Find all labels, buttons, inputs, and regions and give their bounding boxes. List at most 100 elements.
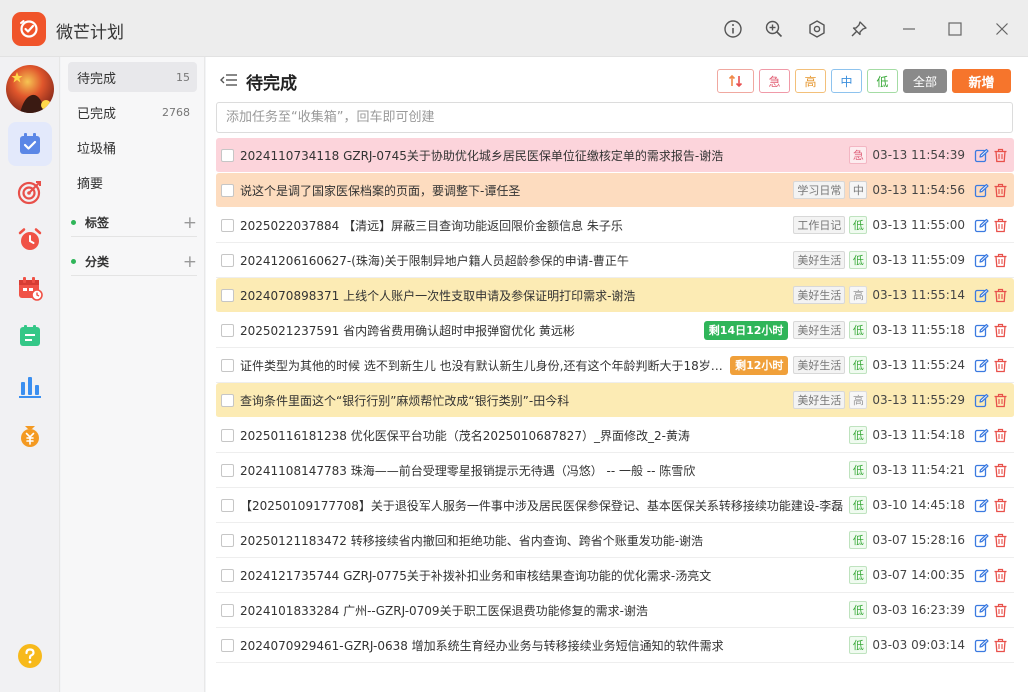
task-checkbox[interactable]	[221, 393, 234, 407]
task-checkbox[interactable]	[221, 183, 234, 197]
task-checkbox[interactable]	[221, 603, 234, 617]
task-text[interactable]: 20250121183472 转移接续省内撤回和拒绝功能、省内查询、跨省个账重发…	[240, 532, 849, 549]
task-row[interactable]: 2024070898371 上线个人账户一次性支取申请及参保证明打印需求-谢浩美…	[216, 278, 1014, 313]
edit-icon[interactable]	[973, 497, 989, 513]
task-row[interactable]: 20250121183472 转移接续省内撤回和拒绝功能、省内查询、跨省个账重发…	[216, 523, 1014, 558]
delete-icon[interactable]	[992, 217, 1008, 233]
delete-icon[interactable]	[992, 427, 1008, 443]
help-icon[interactable]	[8, 634, 52, 678]
task-text[interactable]: 20241206160627-(珠海)关于限制异地户籍人员超龄参保的申请-曹正午	[240, 252, 793, 269]
edit-icon[interactable]	[973, 147, 989, 163]
filter-all-button[interactable]: 全部	[903, 69, 947, 93]
delete-icon[interactable]	[992, 462, 1008, 478]
task-row[interactable]: 2024110734118 GZRJ-0745关于协助优化城乡居民医保单位征缴核…	[216, 138, 1014, 173]
task-row[interactable]: 2024101833284 广州--GZRJ-0709关于职工医保退费功能修复的…	[216, 593, 1014, 628]
delete-icon[interactable]	[992, 497, 1008, 513]
edit-icon[interactable]	[973, 532, 989, 548]
task-text[interactable]: 2025022037884 【清远】屏蔽三目查询功能返回限价金额信息 朱子乐	[240, 217, 793, 234]
task-checkbox[interactable]	[221, 358, 234, 372]
task-checkbox[interactable]	[221, 288, 234, 302]
collapse-menu-icon[interactable]	[220, 72, 238, 88]
task-checkbox[interactable]	[221, 148, 234, 162]
delete-icon[interactable]	[992, 252, 1008, 268]
edit-icon[interactable]	[973, 322, 989, 338]
filter-mid-button[interactable]: 中	[831, 69, 862, 93]
task-row[interactable]: 查询条件里面这个“银行行别”麻烦帮忙改成“银行类别”-田今科 美好生活高 03-13…	[216, 383, 1014, 418]
delete-icon[interactable]	[992, 287, 1008, 303]
add-task-button[interactable]: 新增	[952, 69, 1011, 93]
task-text[interactable]: 说这个是调了国家医保档案的页面，要调整下-谭任圣	[240, 182, 793, 199]
filter-high-button[interactable]: 高	[795, 69, 826, 93]
task-row[interactable]: 2024070929461-GZRJ-0638 增加系统生育经办业务与转移接续业…	[216, 628, 1014, 663]
close-icon[interactable]	[990, 17, 1014, 41]
filter-urgent-button[interactable]: 急	[759, 69, 790, 93]
delete-icon[interactable]	[992, 147, 1008, 163]
task-row[interactable]: 2024121735744 GZRJ-0775关于补拨补扣业务和审核结果查询功能…	[216, 558, 1014, 593]
delete-icon[interactable]	[992, 392, 1008, 408]
avatar[interactable]	[6, 65, 54, 113]
task-checkbox[interactable]	[221, 253, 234, 267]
calendar-icon[interactable]	[8, 266, 52, 310]
sidebar-item-pending[interactable]: 待完成 15	[68, 62, 197, 92]
task-checkbox[interactable]	[221, 498, 234, 512]
task-row[interactable]: 【20250109177708】关于退役军人服务一件事中涉及居民医保参保登记、基…	[216, 488, 1014, 523]
task-row[interactable]: 2025021237591 省内跨省费用确认超时申报弹窗优化 黄远彬 剩14日12…	[216, 313, 1014, 348]
edit-icon[interactable]	[973, 602, 989, 618]
delete-icon[interactable]	[992, 322, 1008, 338]
sidebar-item-trash[interactable]: 垃圾桶	[68, 132, 197, 162]
pin-icon[interactable]	[847, 17, 871, 41]
info-icon[interactable]	[721, 17, 745, 41]
task-text[interactable]: 查询条件里面这个“银行行别”麻烦帮忙改成“银行类别”-田今科	[240, 392, 793, 409]
group-categories[interactable]: 分类 +	[71, 248, 197, 276]
task-checkbox[interactable]	[221, 218, 234, 232]
task-checkbox[interactable]	[221, 463, 234, 477]
notes-icon[interactable]	[8, 314, 52, 358]
edit-icon[interactable]	[973, 252, 989, 268]
add-category-button[interactable]: +	[183, 252, 197, 272]
edit-icon[interactable]	[973, 357, 989, 373]
task-row[interactable]: 2025022037884 【清远】屏蔽三目查询功能返回限价金额信息 朱子乐 工作…	[216, 208, 1014, 243]
delete-icon[interactable]	[992, 567, 1008, 583]
task-input[interactable]	[216, 102, 1013, 133]
task-row[interactable]: 证件类型为其他的时候 选不到新生儿 也没有默认新生儿身份,还有这个年龄判断大于1…	[216, 348, 1014, 383]
task-text[interactable]: 【20250109177708】关于退役军人服务一件事中涉及居民医保参保登记、基…	[240, 497, 849, 514]
edit-icon[interactable]	[973, 462, 989, 478]
sidebar-item-summary[interactable]: 摘要	[68, 167, 197, 197]
task-text[interactable]: 证件类型为其他的时候 选不到新生儿 也没有默认新生儿身份,还有这个年龄判断大于1…	[240, 357, 730, 374]
edit-icon[interactable]	[973, 427, 989, 443]
task-text[interactable]: 2024110734118 GZRJ-0745关于协助优化城乡居民医保单位征缴核…	[240, 147, 849, 164]
target-icon[interactable]	[8, 170, 52, 214]
delete-icon[interactable]	[992, 357, 1008, 373]
settings-icon[interactable]	[805, 17, 829, 41]
edit-icon[interactable]	[973, 567, 989, 583]
task-row[interactable]: 20241108147783 珠海——前台受理零星报销提示无待遇（冯悠） -- …	[216, 453, 1014, 488]
filter-low-button[interactable]: 低	[867, 69, 898, 93]
edit-icon[interactable]	[973, 217, 989, 233]
sidebar-item-completed[interactable]: 已完成 2768	[68, 97, 197, 127]
task-text[interactable]: 2024070898371 上线个人账户一次性支取申请及参保证明打印需求-谢浩	[240, 287, 793, 304]
stats-icon[interactable]	[8, 364, 52, 408]
edit-icon[interactable]	[973, 392, 989, 408]
maximize-icon[interactable]	[943, 17, 967, 41]
task-checkbox[interactable]	[221, 533, 234, 547]
task-text[interactable]: 20241108147783 珠海——前台受理零星报销提示无待遇（冯悠） -- …	[240, 462, 849, 479]
alarm-icon[interactable]	[8, 218, 52, 262]
delete-icon[interactable]	[992, 532, 1008, 548]
money-icon[interactable]	[8, 413, 52, 457]
task-row[interactable]: 说这个是调了国家医保档案的页面，要调整下-谭任圣 学习日常中 03-13 11:54…	[216, 173, 1014, 208]
delete-icon[interactable]	[992, 182, 1008, 198]
edit-icon[interactable]	[973, 182, 989, 198]
task-checkbox[interactable]	[221, 568, 234, 582]
task-checkbox[interactable]	[221, 428, 234, 442]
zoom-icon[interactable]	[762, 17, 786, 41]
task-checkbox[interactable]	[221, 638, 234, 652]
task-text[interactable]: 2024121735744 GZRJ-0775关于补拨补扣业务和审核结果查询功能…	[240, 567, 849, 584]
delete-icon[interactable]	[992, 602, 1008, 618]
delete-icon[interactable]	[992, 637, 1008, 653]
task-text[interactable]: 2024101833284 广州--GZRJ-0709关于职工医保退费功能修复的…	[240, 602, 849, 619]
task-row[interactable]: 20250116181238 优化医保平台功能（茂名2025010687827）…	[216, 418, 1014, 453]
task-text[interactable]: 2024070929461-GZRJ-0638 增加系统生育经办业务与转移接续业…	[240, 637, 849, 654]
edit-icon[interactable]	[973, 287, 989, 303]
add-tag-button[interactable]: +	[183, 213, 197, 233]
todo-icon[interactable]	[8, 122, 52, 166]
